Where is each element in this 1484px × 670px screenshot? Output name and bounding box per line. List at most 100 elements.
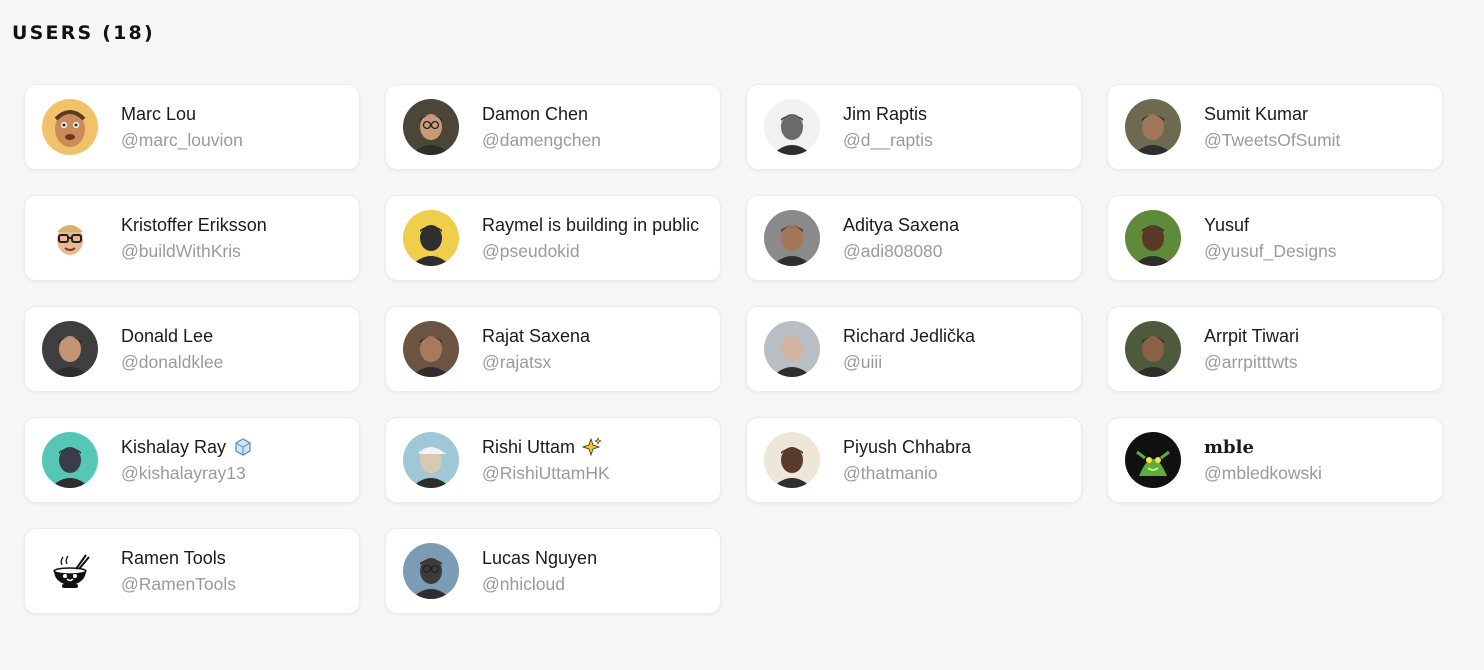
user-name-row: Damon Chen xyxy=(482,104,712,125)
avatar xyxy=(764,99,820,155)
avatar xyxy=(42,210,98,266)
user-card[interactable]: Kristoffer Eriksson @buildWithKris xyxy=(24,195,360,281)
user-card[interactable]: Donald Lee @donaldklee xyxy=(24,306,360,392)
user-handle: @adi808080 xyxy=(843,240,943,261)
user-handle: @RishiUttamHK xyxy=(482,462,610,483)
user-name-row: Jim Raptis xyxy=(843,104,1073,125)
user-name: Arrpit Tiwari xyxy=(1204,325,1300,346)
user-name-row: Ramen Tools xyxy=(121,548,351,569)
user-name-row: Sumit Kumar xyxy=(1204,104,1434,125)
user-info: Raymel is building in public @pseudokid xyxy=(482,215,712,262)
avatar xyxy=(1125,432,1181,488)
user-info: Sumit Kumar @TweetsOfSumit xyxy=(1204,104,1434,151)
avatar xyxy=(42,432,98,488)
avatar xyxy=(42,543,98,599)
user-name-row: Lucas Nguyen xyxy=(482,548,712,569)
avatar xyxy=(1125,210,1181,266)
user-handle: @buildWithKris xyxy=(121,240,241,261)
user-info: Jim Raptis @d__raptis xyxy=(843,104,1073,151)
user-card[interactable]: Rajat Saxena @rajatsx xyxy=(385,306,721,392)
avatar xyxy=(764,321,820,377)
avatar xyxy=(764,432,820,488)
user-info: Donald Lee @donaldklee xyxy=(121,326,351,373)
user-card[interactable]: Kishalay Ray @kishalayray13 xyxy=(24,417,360,503)
user-name-row: Rajat Saxena xyxy=(482,326,712,347)
user-handle: @TweetsOfSumit xyxy=(1204,129,1341,150)
user-card[interactable]: Rishi Uttam @RishiUttamHK xyxy=(385,417,721,503)
user-card[interactable]: Piyush Chhabra @thatmanio xyxy=(746,417,1082,503)
user-name: Sumit Kumar xyxy=(1204,103,1309,124)
user-info: Aditya Saxena @adi808080 xyxy=(843,215,1073,262)
user-name-row: mble xyxy=(1204,437,1434,458)
user-card[interactable]: Marc Lou @marc_louvion xyxy=(24,84,360,170)
user-card[interactable]: Jim Raptis @d__raptis xyxy=(746,84,1082,170)
user-info: Rishi Uttam @RishiUttamHK xyxy=(482,437,712,484)
user-handle: @RamenTools xyxy=(121,573,237,594)
user-handle: @uiii xyxy=(843,351,883,372)
user-name-row: Rishi Uttam xyxy=(482,437,712,458)
user-name: Raymel is building in public xyxy=(482,214,700,235)
section-title: USERS (18) xyxy=(12,22,155,44)
user-info: Piyush Chhabra @thatmanio xyxy=(843,437,1073,484)
user-card[interactable]: Aditya Saxena @adi808080 xyxy=(746,195,1082,281)
user-info: mble @mbledkowski xyxy=(1204,437,1434,484)
user-handle: @thatmanio xyxy=(843,462,938,483)
avatar xyxy=(764,210,820,266)
user-name-row: Piyush Chhabra xyxy=(843,437,1073,458)
user-handle: @yusuf_Designs xyxy=(1204,240,1337,261)
user-handle: @damengchen xyxy=(482,129,601,150)
avatar xyxy=(1125,321,1181,377)
user-handle: @marc_louvion xyxy=(121,129,243,150)
user-info: Kristoffer Eriksson @buildWithKris xyxy=(121,215,351,262)
user-name: mble xyxy=(1204,436,1254,458)
user-card[interactable]: Sumit Kumar @TweetsOfSumit xyxy=(1107,84,1443,170)
user-info: Rajat Saxena @rajatsx xyxy=(482,326,712,373)
user-card[interactable]: mble @mbledkowski xyxy=(1107,417,1443,503)
user-name-row: Yusuf xyxy=(1204,215,1434,236)
avatar xyxy=(42,321,98,377)
user-name-row: Aditya Saxena xyxy=(843,215,1073,236)
user-info: Ramen Tools @RamenTools xyxy=(121,548,351,595)
avatar xyxy=(403,543,459,599)
user-handle: @d__raptis xyxy=(843,129,933,150)
user-card[interactable]: Ramen Tools @RamenTools xyxy=(24,528,360,614)
user-name-row: Richard Jedlička xyxy=(843,326,1073,347)
user-name: Kishalay Ray xyxy=(121,436,227,457)
user-name: Ramen Tools xyxy=(121,547,226,568)
user-name: Rajat Saxena xyxy=(482,325,591,346)
user-info: Richard Jedlička @uiii xyxy=(843,326,1073,373)
user-card[interactable]: Arrpit Tiwari @arrpitttwts xyxy=(1107,306,1443,392)
user-name: Marc Lou xyxy=(121,103,197,124)
user-name: Donald Lee xyxy=(121,325,214,346)
user-handle: @pseudokid xyxy=(482,240,580,261)
user-name: Lucas Nguyen xyxy=(482,547,598,568)
avatar xyxy=(42,99,98,155)
user-info: Arrpit Tiwari @arrpitttwts xyxy=(1204,326,1434,373)
avatar xyxy=(403,432,459,488)
user-name-row: Raymel is building in public xyxy=(482,215,712,236)
users-page: USERS (18) Marc Lou @marc_louvion Damon Ch… xyxy=(0,0,1484,670)
user-card[interactable]: Damon Chen @damengchen xyxy=(385,84,721,170)
user-card[interactable]: Lucas Nguyen @nhicloud xyxy=(385,528,721,614)
user-name: Piyush Chhabra xyxy=(843,436,972,457)
users-grid: Marc Lou @marc_louvion Damon Chen @damengch… xyxy=(24,84,1443,614)
user-handle: @nhicloud xyxy=(482,573,565,594)
ice-cube-emoji xyxy=(233,437,253,457)
user-card[interactable]: Yusuf @yusuf_Designs xyxy=(1107,195,1443,281)
user-name: Kristoffer Eriksson xyxy=(121,214,267,235)
avatar xyxy=(403,99,459,155)
avatar xyxy=(403,210,459,266)
user-name-row: Kishalay Ray xyxy=(121,437,351,458)
avatar xyxy=(403,321,459,377)
user-name: Aditya Saxena xyxy=(843,214,960,235)
sparkles-emoji xyxy=(582,437,602,457)
user-name: Rishi Uttam xyxy=(482,436,576,457)
user-card[interactable]: Raymel is building in public @pseudokid xyxy=(385,195,721,281)
avatar xyxy=(1125,99,1181,155)
user-info: Kishalay Ray @kishalayray13 xyxy=(121,437,351,484)
user-card[interactable]: Richard Jedlička @uiii xyxy=(746,306,1082,392)
user-name-row: Donald Lee xyxy=(121,326,351,347)
user-info: Yusuf @yusuf_Designs xyxy=(1204,215,1434,262)
user-name: Yusuf xyxy=(1204,214,1250,235)
user-name-row: Kristoffer Eriksson xyxy=(121,215,351,236)
